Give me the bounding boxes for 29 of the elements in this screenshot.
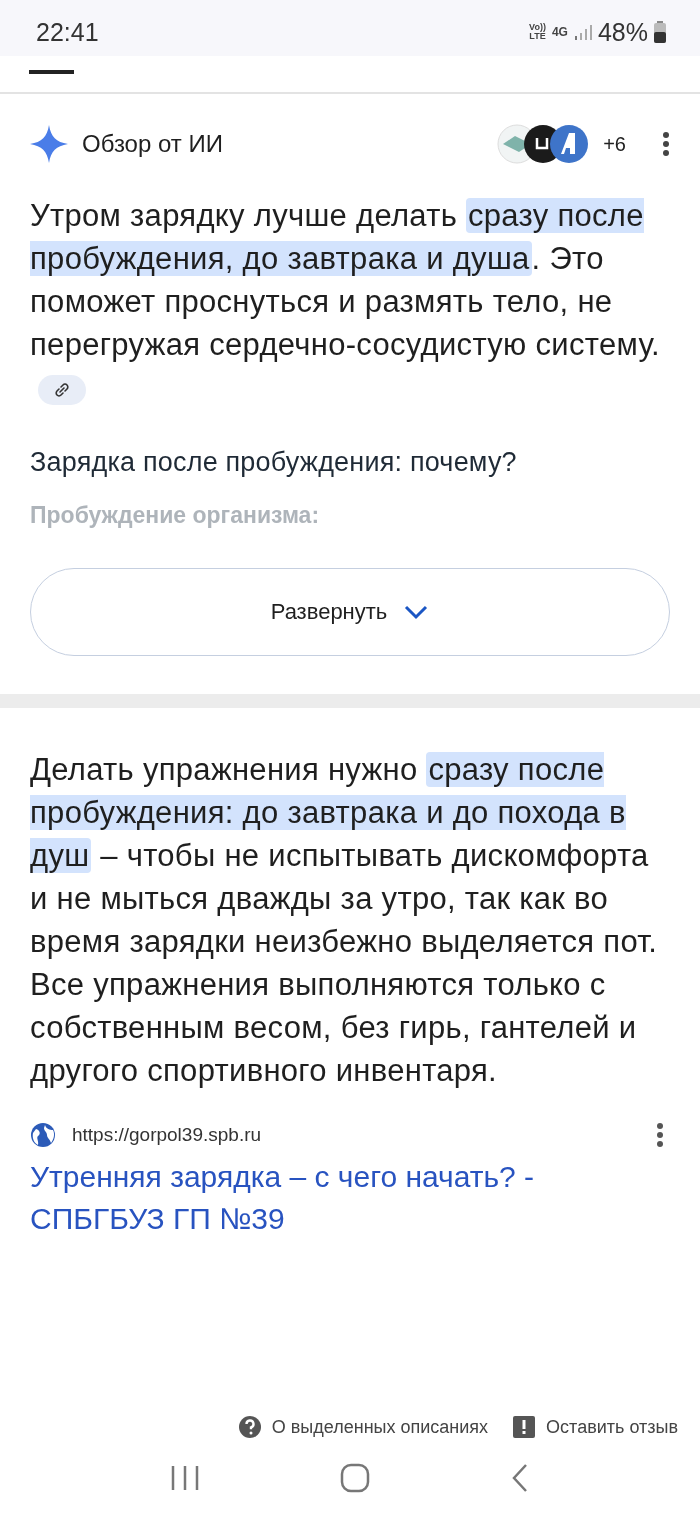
signal-icon [573,23,592,41]
source-count[interactable]: +6 [603,132,626,156]
clock-time: 22:41 [36,17,99,47]
overview-heading: Зарядка после пробуждения: почему? [30,447,518,478]
more-icon[interactable] [662,131,670,157]
feedback-icon [512,1415,537,1439]
section-title: Обзор от ИИ [82,130,224,158]
footer-link[interactable]: Оставить отзыв [546,1416,678,1438]
link-icon[interactable] [38,374,86,405]
sparkle-icon [30,125,68,163]
overview-paragraph: Утром зарядку лучше делать сразу после пробуждения, до завтрака и душа. Это поможет проснуться и размять тело, не перегружая сердечно-сосудистую систему. [30,194,670,409]
source-url[interactable]: https://gorpol39.spb.ru [72,1124,640,1146]
home-icon[interactable] [340,1463,370,1493]
faded-subheading: Пробуждение организма: [30,502,321,529]
battery-icon [654,21,666,43]
footer-link[interactable]: О выделенных описаниях [271,1416,489,1438]
recent-apps-icon[interactable] [170,1464,200,1492]
chevron-down-icon [403,604,430,620]
volte-indicator: Vo)) LTE [529,23,546,41]
network-type: 4G [551,25,568,39]
result-title-link[interactable]: Утренняя зарядка – с чего начать? - СПБГБУЗ ГП №39 [30,1156,670,1240]
expand-button[interactable]: Развернуть [30,568,670,656]
help-icon [237,1415,262,1439]
back-icon[interactable] [510,1463,530,1493]
snippet-paragraph: Делать упражнения нужно сразу после пробуждения: до завтрака и до похода в душ – чтобы не испытывать дискомфорта и не мыться дважды за утро, так как во время зарядки неизбежно выделяется пот. Все упражнения выполняются только с собственным весом, без гирь, гантелей и другого спортивного инвентаря. [30,751,659,1090]
more-icon[interactable] [656,1122,664,1148]
tab-indicator [29,70,74,74]
globe-icon [30,1122,56,1148]
battery-percent: 48% [597,17,648,47]
